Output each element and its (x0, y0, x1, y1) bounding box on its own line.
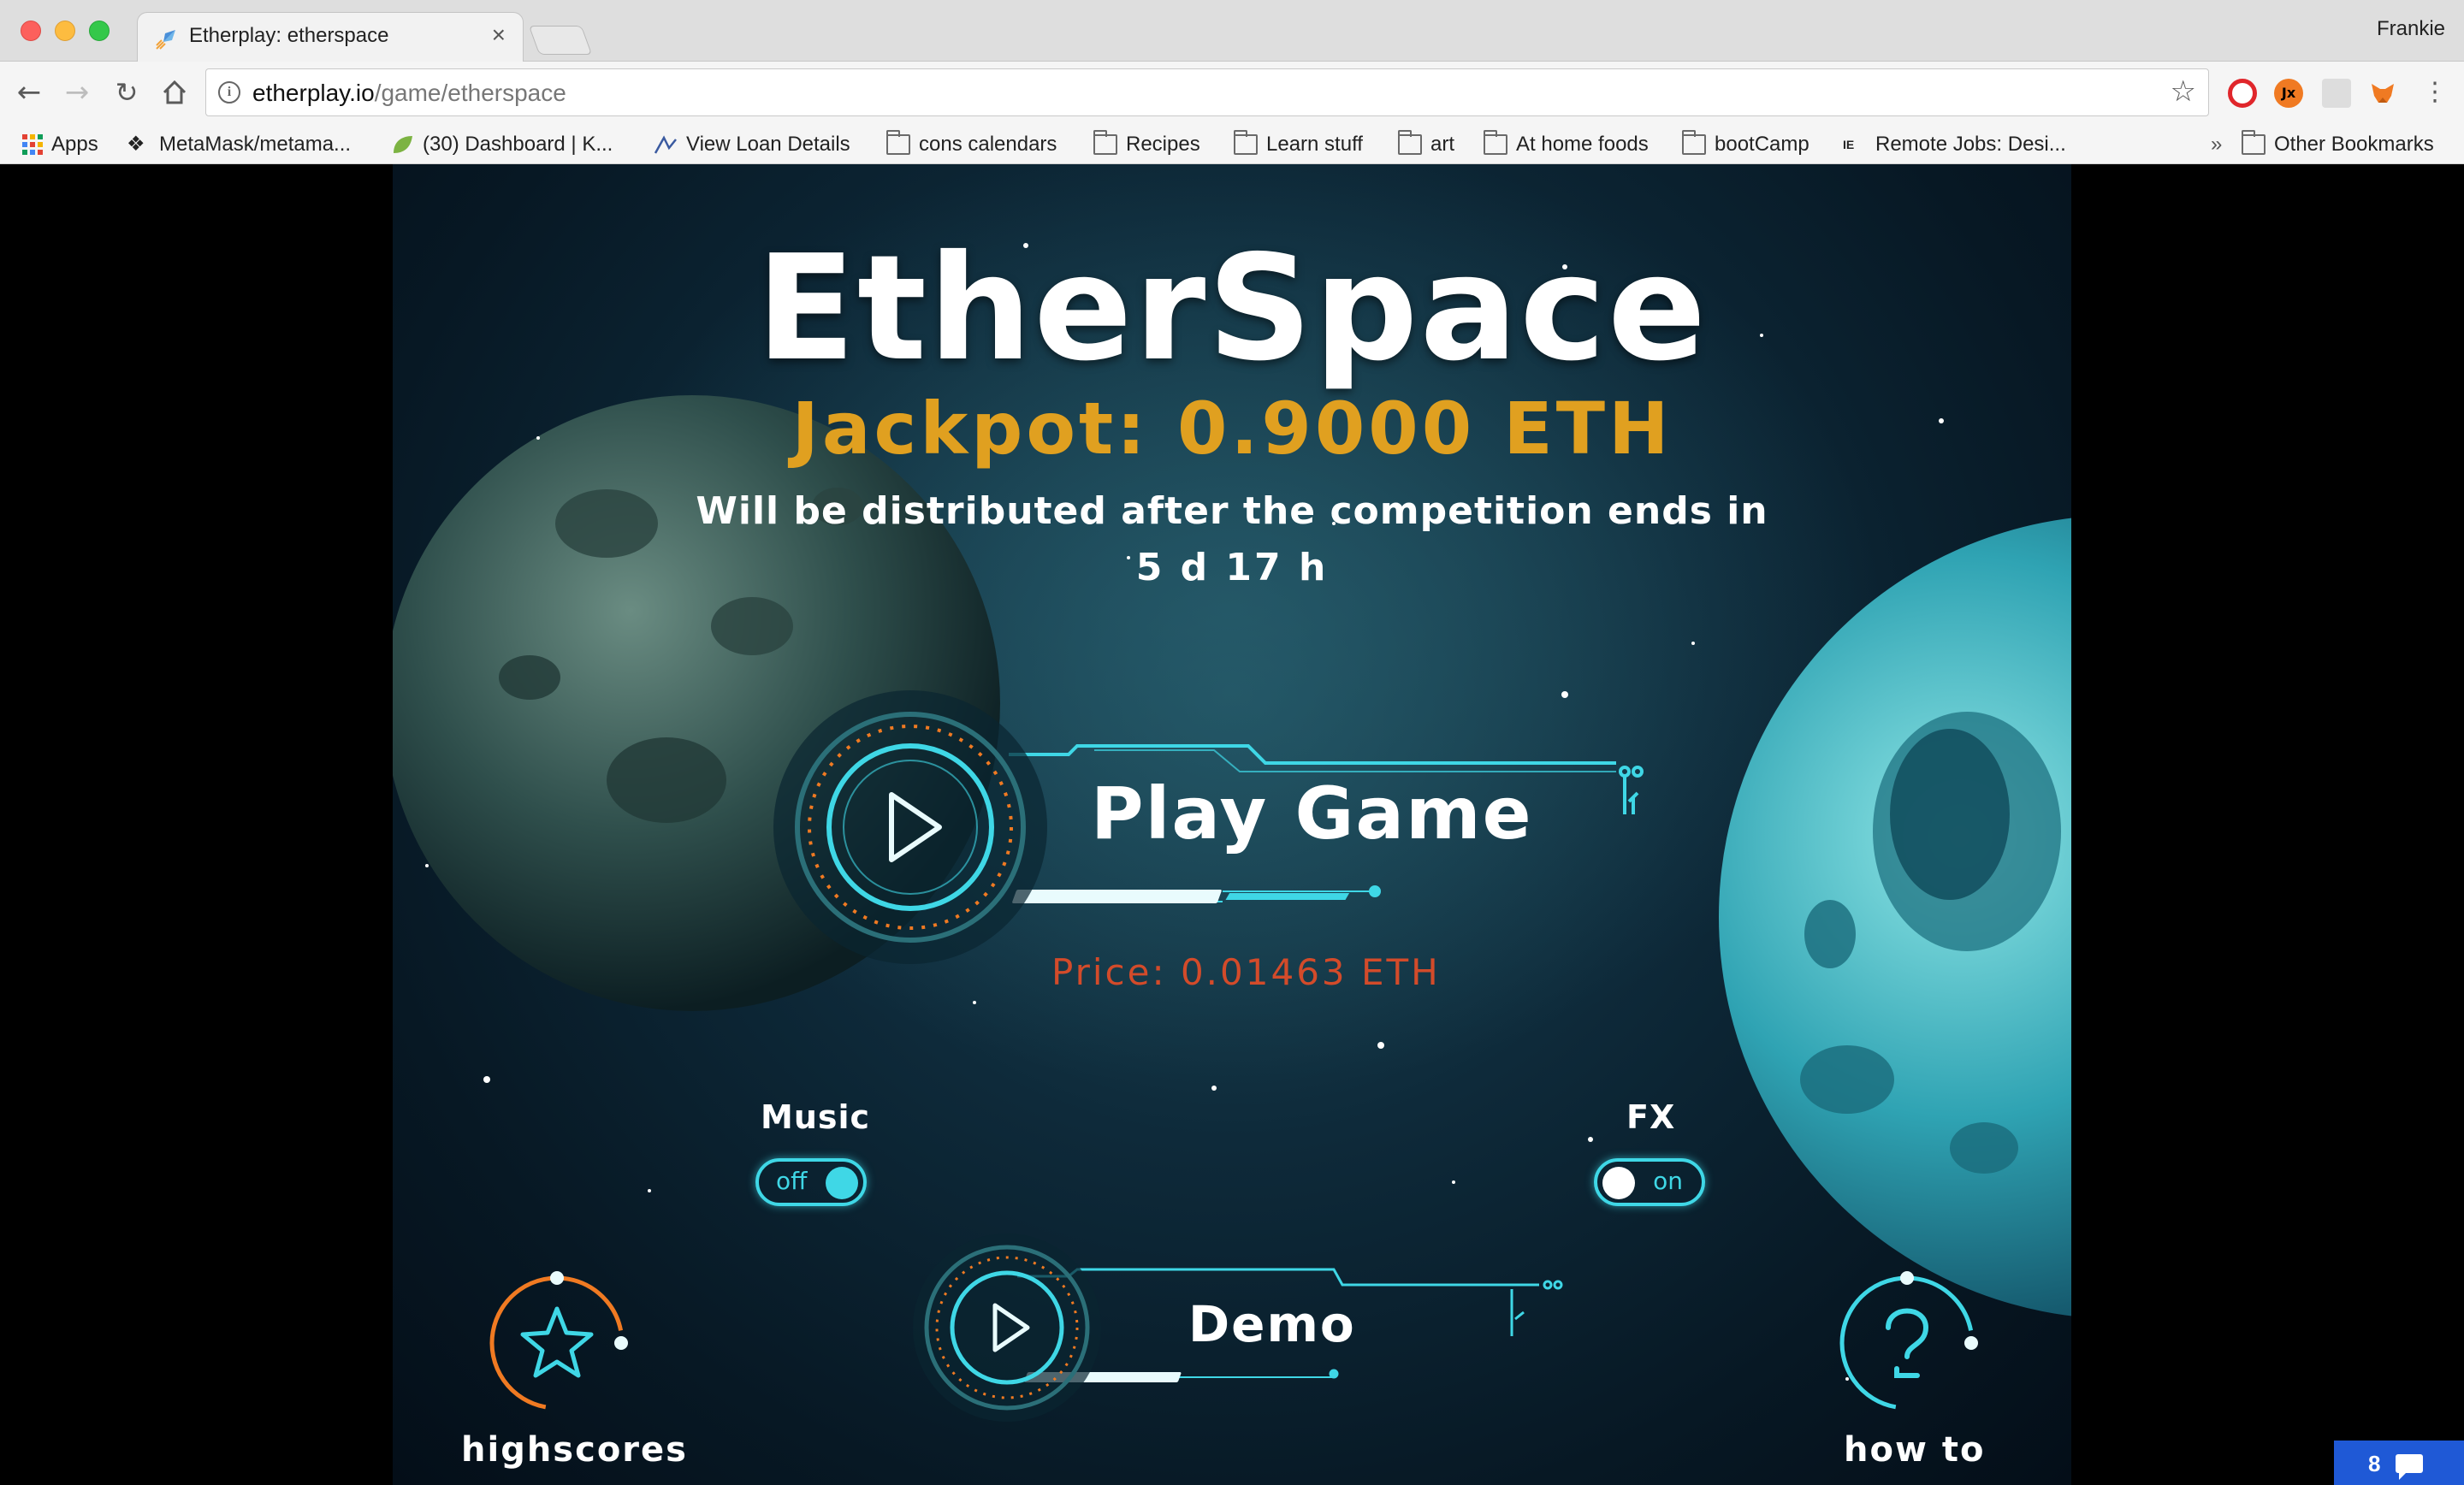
bookmark-bootcamp[interactable]: bootCamp (1682, 130, 1810, 157)
chat-bubble-icon (2396, 1454, 2423, 1480)
toggle-knob (1602, 1167, 1635, 1199)
maximize-window-button[interactable] (89, 21, 110, 41)
rocket-icon (156, 30, 175, 50)
bookmark-label: Other Bookmarks (2274, 133, 2434, 156)
new-tab-button[interactable] (528, 26, 593, 55)
bookmark-label: At home foods (1516, 133, 1649, 156)
browser-toolbar: ← → ↻ i etherplay.io/game/etherspace ☆ J… (0, 62, 2464, 125)
apps-grid-icon (22, 134, 43, 155)
help-question-icon (1839, 1271, 1978, 1411)
game-canvas[interactable]: EtherSpace Jackpot: 0.9000 ETH Will be d… (393, 164, 2071, 1485)
back-arrow-icon[interactable]: ← (12, 75, 46, 109)
demo-button[interactable]: Demo (1188, 1295, 1356, 1353)
play-game-button[interactable]: Play Game (1091, 772, 1533, 855)
jx-extension-icon[interactable]: Jx (2274, 79, 2303, 108)
bookmark-remote-jobs[interactable]: IE Remote Jobs: Desi... (1843, 132, 2066, 157)
bookmark-art[interactable]: art (1398, 130, 1455, 157)
folder-icon (2242, 130, 2266, 155)
price-text: Price: 0.01463 ETH (1051, 951, 1441, 993)
bookmark-label: View Loan Details (686, 133, 850, 156)
page-icon: IE (1843, 138, 1855, 151)
minimize-window-button[interactable] (55, 21, 75, 41)
bookmarks-overflow-icon[interactable]: » (2211, 132, 2222, 157)
fx-state: on (1653, 1167, 1683, 1195)
music-state: off (776, 1167, 808, 1195)
close-window-button[interactable] (21, 21, 41, 41)
game-title: EtherSpace (755, 224, 1709, 393)
bookmark-label: Recipes (1126, 133, 1200, 156)
window-titlebar: Etherplay: etherspace × Frankie (0, 0, 2464, 62)
metamask-fox-icon[interactable] (2368, 79, 2397, 108)
browser-tab[interactable]: Etherplay: etherspace × (137, 12, 524, 62)
bookmark-metamask[interactable]: ❖ MetaMask/metama... (127, 132, 351, 157)
bookmark-cons-calendars[interactable]: cons calendars (886, 130, 1057, 157)
info-icon[interactable]: i (218, 81, 240, 104)
fx-label: FX (1626, 1098, 1676, 1136)
bookmark-label: bootCamp (1715, 133, 1810, 156)
chat-widget-button[interactable]: 8 (2334, 1441, 2464, 1485)
profile-name[interactable]: Frankie (2377, 17, 2445, 41)
folder-icon (1484, 130, 1507, 155)
bookmark-other-bookmarks[interactable]: Other Bookmarks (2242, 130, 2434, 157)
highscores-button[interactable]: highscores (461, 1430, 688, 1470)
folder-icon (886, 130, 910, 155)
address-bar[interactable]: i etherplay.io/game/etherspace ☆ (205, 68, 2209, 116)
jackpot-text: Jackpot: 0.9000 ETH (791, 387, 1673, 470)
chat-count: 8 (2368, 1451, 2381, 1476)
leaf-icon (394, 136, 412, 153)
folder-icon (1234, 130, 1258, 155)
bookmark-recipes[interactable]: Recipes (1093, 130, 1200, 157)
highscores-star-icon (489, 1271, 628, 1411)
bookmark-label: MetaMask/metama... (159, 133, 352, 156)
tab-close-icon[interactable]: × (492, 21, 506, 49)
bookmark-label: (30) Dashboard | K... (423, 133, 613, 156)
time-remaining: 5 d 17 h (1135, 546, 1329, 589)
bookmark-learn-stuff[interactable]: Learn stuff (1234, 130, 1363, 157)
music-toggle[interactable]: off (755, 1158, 867, 1206)
opera-extension-icon[interactable] (2228, 79, 2257, 108)
folder-icon (1682, 130, 1706, 155)
distribution-text: Will be distributed after the competitio… (696, 489, 1768, 533)
url-text[interactable]: etherplay.io/game/etherspace (252, 80, 566, 107)
github-icon: ❖ (127, 133, 145, 156)
forward-arrow-icon[interactable]: → (60, 75, 94, 109)
play-circle-icon (773, 690, 1047, 964)
bookmark-label: cons calendars (919, 133, 1057, 156)
how-to-button[interactable]: how to (1844, 1430, 1985, 1470)
bookmark-label: Learn stuff (1266, 133, 1363, 156)
bookmarks-bar: Apps ❖ MetaMask/metama... (30) Dashboard… (0, 125, 2464, 164)
tab-title: Etherplay: etherspace (189, 24, 389, 47)
bookmark-dashboard[interactable]: (30) Dashboard | K... (390, 132, 613, 157)
bookmark-star-icon[interactable]: ☆ (2171, 74, 2196, 109)
fx-toggle[interactable]: on (1594, 1158, 1705, 1206)
chart-icon (654, 135, 677, 154)
bookmark-at-home-foods[interactable]: At home foods (1484, 130, 1649, 157)
music-label: Music (761, 1098, 871, 1136)
home-icon[interactable] (157, 75, 192, 109)
bookmark-label: Remote Jobs: Desi... (1875, 133, 2066, 156)
bookmark-label: Apps (51, 133, 98, 156)
bookmark-label: art (1430, 133, 1455, 156)
demo-play-circle-icon (913, 1234, 1101, 1422)
reload-icon[interactable]: ↻ (110, 75, 144, 109)
bookmark-loan-details[interactable]: View Loan Details (654, 132, 850, 157)
toggle-knob (826, 1167, 858, 1199)
folder-icon (1093, 130, 1117, 155)
bookmark-apps[interactable]: Apps (22, 132, 98, 157)
menu-dots-icon[interactable]: ⋮ (2418, 75, 2452, 109)
folder-icon (1398, 130, 1422, 155)
grid-extension-icon[interactable] (2322, 79, 2351, 108)
